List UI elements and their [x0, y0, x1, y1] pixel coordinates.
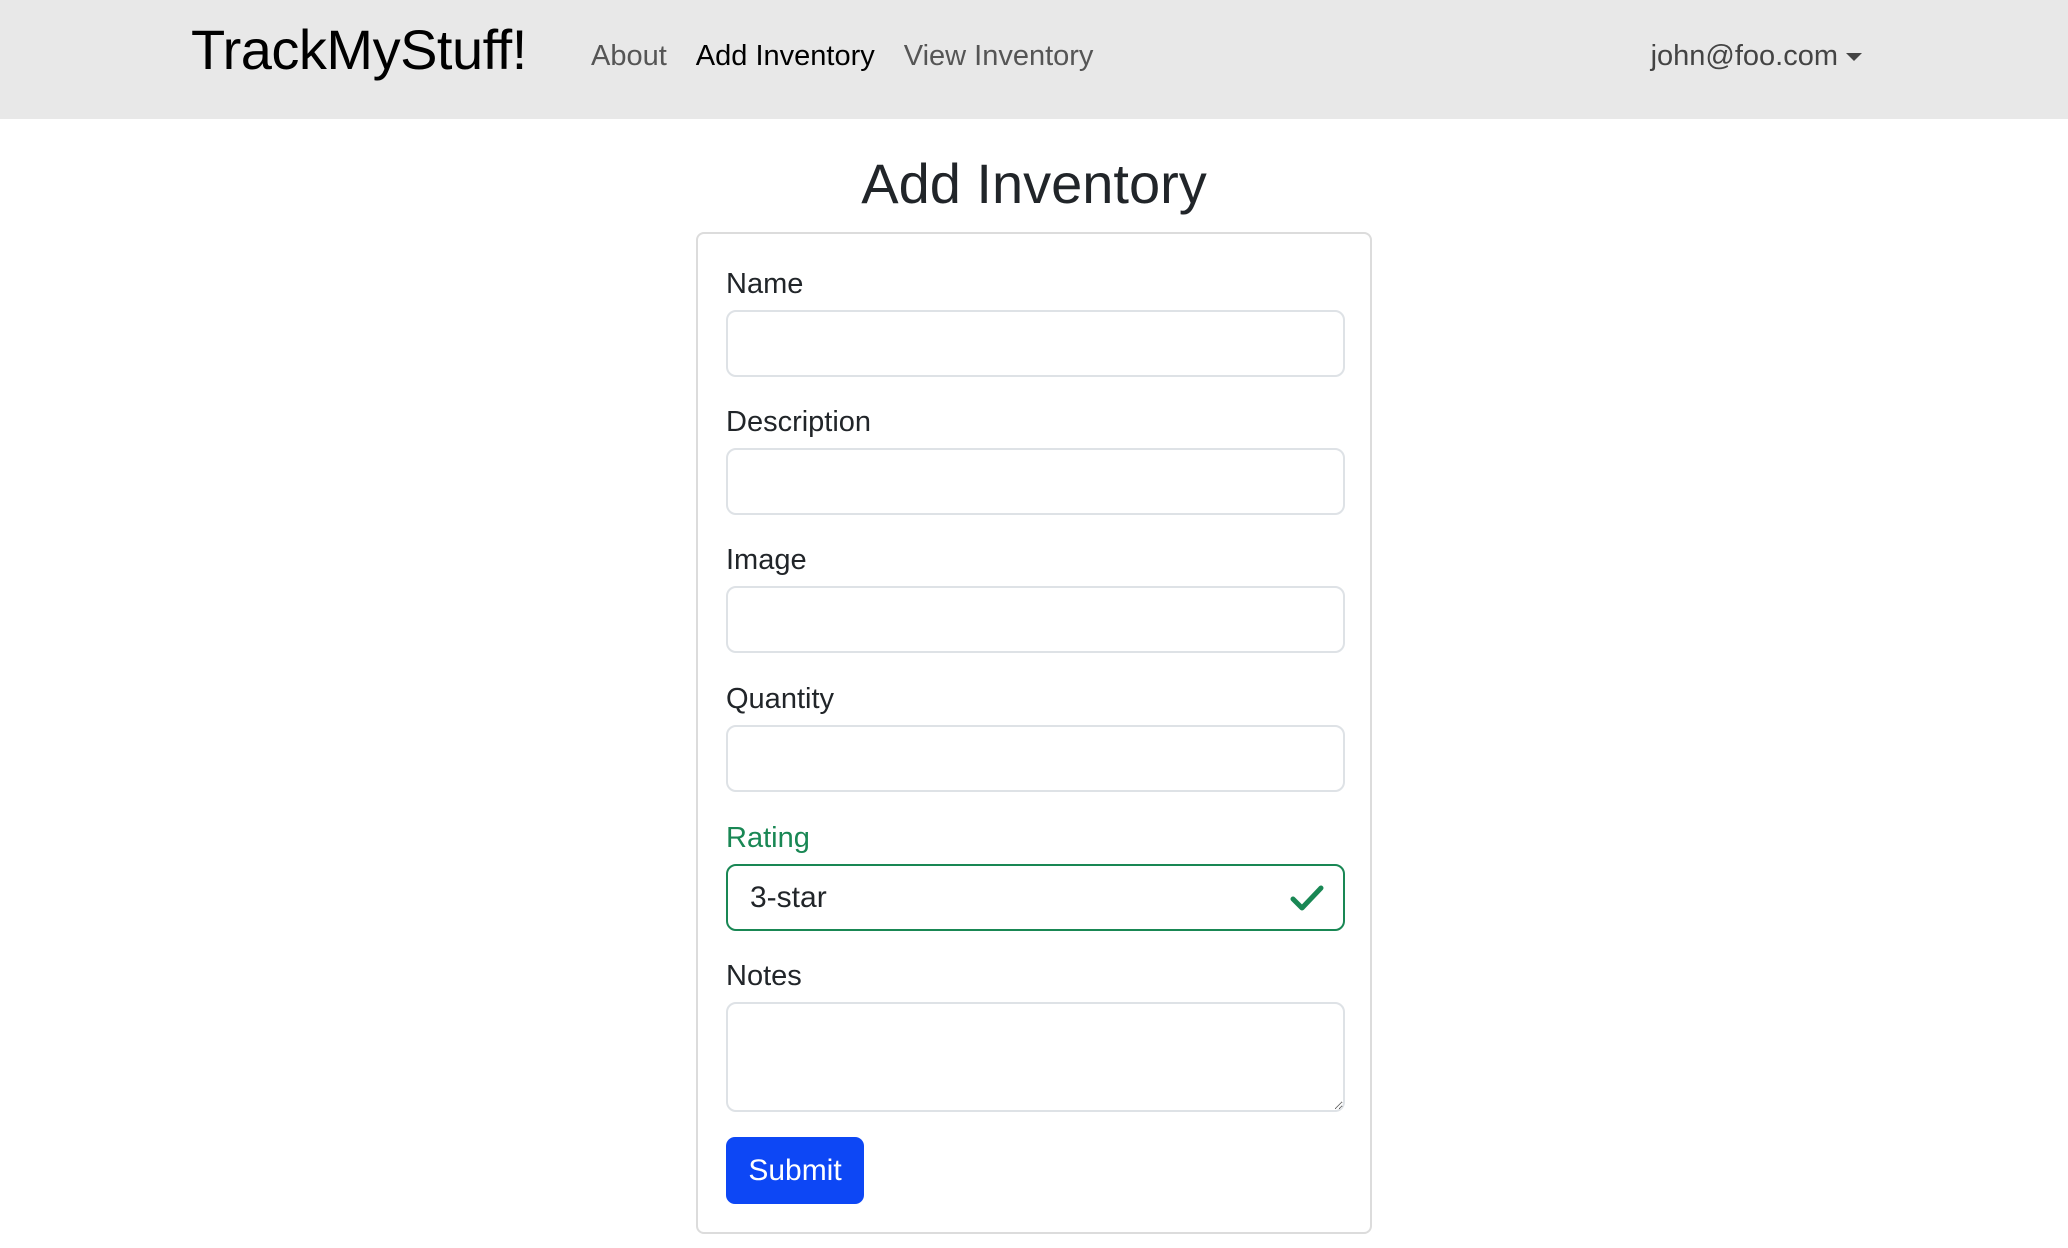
- description-label: Description: [726, 406, 872, 438]
- nav-links: About Add Inventory View Inventory: [591, 36, 1122, 76]
- caret-down-icon: [1846, 53, 1862, 61]
- rating-select[interactable]: 3-star: [726, 864, 1345, 931]
- quantity-label: Quantity: [726, 683, 834, 715]
- image-field-group: Image: [726, 542, 1345, 653]
- brand-logo[interactable]: TrackMyStuff!: [191, 16, 527, 84]
- name-input[interactable]: [726, 310, 1345, 377]
- rating-field-group: Rating 3-star: [726, 820, 1345, 931]
- image-label: Image: [726, 544, 807, 576]
- description-input[interactable]: [726, 448, 1345, 515]
- rating-label: Rating: [726, 822, 810, 854]
- notes-field-group: Notes: [726, 958, 1345, 1112]
- checkmark-icon: [1290, 885, 1324, 911]
- notes-textarea[interactable]: [726, 1002, 1345, 1112]
- name-label: Name: [726, 268, 804, 300]
- user-menu-dropdown[interactable]: john@foo.com: [1651, 36, 1862, 76]
- name-field-group: Name: [726, 266, 1345, 377]
- submit-button[interactable]: Submit: [726, 1137, 864, 1204]
- quantity-field-group: Quantity: [726, 681, 1345, 792]
- add-inventory-form: Name Description Image Quantity Rating 3…: [696, 232, 1372, 1234]
- notes-label: Notes: [726, 960, 802, 992]
- nav-link-view-inventory[interactable]: View Inventory: [904, 36, 1094, 76]
- rating-selected-value: 3-star: [750, 881, 827, 914]
- quantity-input[interactable]: [726, 725, 1345, 792]
- nav-link-about[interactable]: About: [591, 36, 667, 76]
- user-email: john@foo.com: [1650, 40, 1838, 72]
- nav-link-add-inventory[interactable]: Add Inventory: [696, 36, 875, 76]
- image-input[interactable]: [726, 586, 1345, 653]
- navbar: TrackMyStuff! About Add Inventory View I…: [0, 0, 2068, 119]
- description-field-group: Description: [726, 404, 1345, 515]
- page-title: Add Inventory: [861, 152, 1207, 215]
